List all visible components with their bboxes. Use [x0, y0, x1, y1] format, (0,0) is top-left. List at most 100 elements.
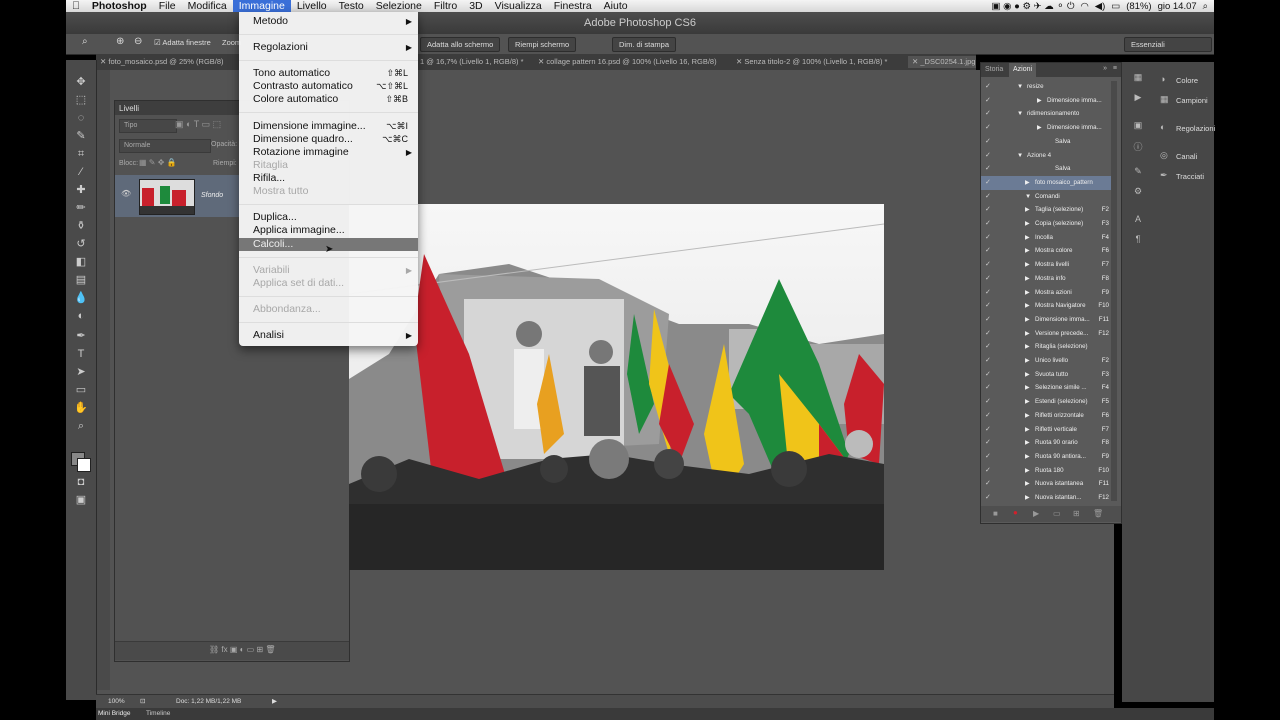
check-icon[interactable]: ✓	[985, 219, 991, 227]
action-row[interactable]: ✓ Mostra Navigatore ▶ F10	[981, 299, 1111, 313]
dock-regolazioni[interactable]: ◐ Regolazioni	[1122, 120, 1215, 136]
action-row[interactable]: ✓ Copia (selezione) ▶ F3	[981, 217, 1111, 231]
action-row[interactable]: ✓ Rifletti orizzontale ▶ F6	[981, 409, 1111, 423]
expand-arrow-icon[interactable]: ▶	[1025, 343, 1030, 350]
menu-filtro[interactable]: Filtro	[428, 0, 463, 12]
tab-senza-titolo[interactable]: ✕ Senza titolo-2 @ 100% (Livello 1, RGB/…	[736, 56, 887, 68]
riempi-schermo-button[interactable]: Riempi schermo	[508, 37, 577, 52]
layers-footer-icons[interactable]: ⛓ fx ▣ ◐ ▭ ⊞ 🗑	[209, 645, 276, 654]
tab-azioni[interactable]: Azioni	[1009, 63, 1037, 77]
tab-mini-bridge[interactable]: Mini Bridge	[98, 710, 131, 717]
expand-arrow-icon[interactable]: ▶	[1025, 275, 1030, 282]
menu-item-dimensione-quadro[interactable]: Dimensione quadro... ⌥⌘C	[239, 133, 418, 146]
expand-arrow-icon[interactable]: ▶	[1025, 426, 1030, 433]
tab-foto-mosaico[interactable]: ✕ foto_mosaico.psd @ 25% (RGB/8)	[100, 56, 224, 68]
layers-tab[interactable]: Livelli	[119, 104, 139, 113]
expand-arrow-icon[interactable]: ▶	[1025, 330, 1030, 337]
character-icon[interactable]: A	[1130, 214, 1146, 228]
dodge-tool-icon[interactable]: ◐	[72, 308, 90, 324]
menu-item-regolazioni[interactable]: Regolazioni ▶	[239, 41, 418, 54]
document-image[interactable]	[349, 204, 884, 570]
tab-storia[interactable]: Storia	[985, 66, 1003, 73]
expand-arrow-icon[interactable]: ▶	[1025, 439, 1030, 446]
zoom-tool-icon[interactable]: ⌕	[82, 36, 88, 47]
tool-presets-icon[interactable]: ⚙	[1130, 186, 1146, 200]
collapse-icon[interactable]: »	[1103, 65, 1107, 72]
adatta-finestre-checkbox[interactable]: ☑ Adatta finestre	[154, 38, 211, 47]
expand-arrow-icon[interactable]: ▼	[1017, 110, 1023, 117]
action-row[interactable]: ✓ Mostra info ▶ F8	[981, 272, 1111, 286]
check-icon[interactable]: ✓	[985, 466, 991, 474]
action-row[interactable]: ✓ Ritaglia (selezione) ▶	[981, 340, 1111, 354]
action-row[interactable]: ✓ Estendi (selezione) ▶ F5	[981, 395, 1111, 409]
actions-scrollbar[interactable]	[1111, 81, 1117, 501]
zoom-level[interactable]: 100%	[108, 698, 125, 705]
delete-icon[interactable]: 🗑	[1093, 509, 1103, 518]
check-icon[interactable]: ✓	[985, 274, 991, 282]
expand-arrow-icon[interactable]: ▶	[1025, 494, 1030, 501]
gradient-tool-icon[interactable]: ▤	[72, 272, 90, 288]
check-icon[interactable]: ✓	[985, 246, 991, 254]
action-row[interactable]: ✓ Incolla ▶ F4	[981, 231, 1111, 245]
layer-kind-filter[interactable]: Tipo	[119, 119, 177, 133]
menu-livello[interactable]: Livello	[291, 0, 333, 12]
menu-item-metodo[interactable]: Metodo ▶	[239, 15, 418, 28]
expand-arrow-icon[interactable]: ▶	[1037, 97, 1042, 104]
history-brush-icon[interactable]: ↺	[72, 236, 90, 252]
marquee-tool-icon[interactable]: ⬚	[72, 92, 90, 108]
menu-item-applica-immagine[interactable]: Applica immagine...	[239, 224, 418, 237]
menu-aiuto[interactable]: Aiuto	[598, 0, 634, 12]
expand-arrow-icon[interactable]: ▶	[1025, 220, 1030, 227]
menu-item-contrasto-automatico[interactable]: Contrasto automatico ⌥⇧⌘L	[239, 80, 418, 93]
tab-dsc0254[interactable]: ✕ _DSC0254.1.jpg @ 100% (RGB/8)	[908, 56, 976, 68]
action-row[interactable]: ✓ Ruota 90 antiora... ▶ F9	[981, 450, 1111, 464]
tab-timeline[interactable]: Timeline	[146, 710, 170, 717]
check-icon[interactable]: ✓	[985, 356, 991, 364]
spotlight-icon[interactable]: ⌕	[1203, 1, 1208, 12]
expand-arrow-icon[interactable]: ▶	[1025, 371, 1030, 378]
action-row[interactable]: ✓ Versione precede... ▶ F12	[981, 327, 1111, 341]
battery-icon[interactable]: ▭	[1111, 1, 1120, 12]
action-row[interactable]: ✓ Ruota 180 ▶ F10	[981, 464, 1111, 478]
hand-tool-icon[interactable]: ✋	[72, 400, 90, 416]
panel-menu-icon[interactable]: ≡	[1113, 65, 1117, 72]
lock-icons[interactable]: ▦ ✎ ✥ 🔒	[139, 158, 177, 167]
play-icon[interactable]: ▶	[1033, 509, 1039, 518]
pen-tool-icon[interactable]: ✒	[72, 328, 90, 344]
crop-tool-icon[interactable]: ⌗	[72, 146, 90, 162]
expand-arrow-icon[interactable]: ▼	[1025, 193, 1031, 200]
expand-arrow-icon[interactable]: ▶	[1025, 179, 1030, 186]
zoom-in-icon[interactable]: ⊕	[116, 36, 124, 47]
stamp-tool-icon[interactable]: ⚱	[72, 218, 90, 234]
check-icon[interactable]: ✓	[985, 260, 991, 268]
check-icon[interactable]: ✓	[985, 452, 991, 460]
stop-icon[interactable]: ■	[993, 509, 998, 518]
action-row[interactable]: ✓ Azione 4 ▼	[981, 149, 1111, 163]
action-row[interactable]: ✓ Dimensione imma... ▶ F11	[981, 313, 1111, 327]
record-icon[interactable]: ●	[1013, 508, 1018, 517]
background-color-swatch[interactable]	[77, 458, 91, 472]
wifi-icon[interactable]: ◠	[1080, 1, 1088, 12]
new-set-icon[interactable]: ▭	[1053, 509, 1061, 518]
clock[interactable]: gio 14.07	[1158, 1, 1197, 12]
expand-arrow-icon[interactable]: ▶	[1025, 453, 1030, 460]
expand-arrow-icon[interactable]: ▶	[1025, 467, 1030, 474]
type-tool-icon[interactable]: T	[72, 346, 90, 362]
check-icon[interactable]: ✓	[985, 192, 991, 200]
expand-arrow-icon[interactable]: ▼	[1017, 152, 1023, 159]
expand-arrow-icon[interactable]: ▶	[1025, 357, 1030, 364]
check-icon[interactable]: ✓	[985, 383, 991, 391]
check-icon[interactable]: ✓	[985, 233, 991, 241]
expand-arrow-icon[interactable]: ▶	[1025, 234, 1030, 241]
expand-arrow-icon[interactable]: ▼	[1017, 83, 1023, 90]
status-options-icon[interactable]: ⊡	[140, 697, 145, 705]
check-icon[interactable]: ✓	[985, 109, 991, 117]
check-icon[interactable]: ✓	[985, 329, 991, 337]
action-row[interactable]: ✓ Unico livello ▶ F2	[981, 354, 1111, 368]
dock-canali[interactable]: ◎ Canali	[1122, 148, 1214, 164]
eraser-tool-icon[interactable]: ◧	[72, 254, 90, 270]
menu-selezione[interactable]: Selezione	[370, 0, 428, 12]
quick-mask-icon[interactable]: ◘	[72, 474, 90, 490]
screen-mode-icon[interactable]: ▣	[72, 492, 90, 508]
healing-brush-icon[interactable]: ✚	[72, 182, 90, 198]
